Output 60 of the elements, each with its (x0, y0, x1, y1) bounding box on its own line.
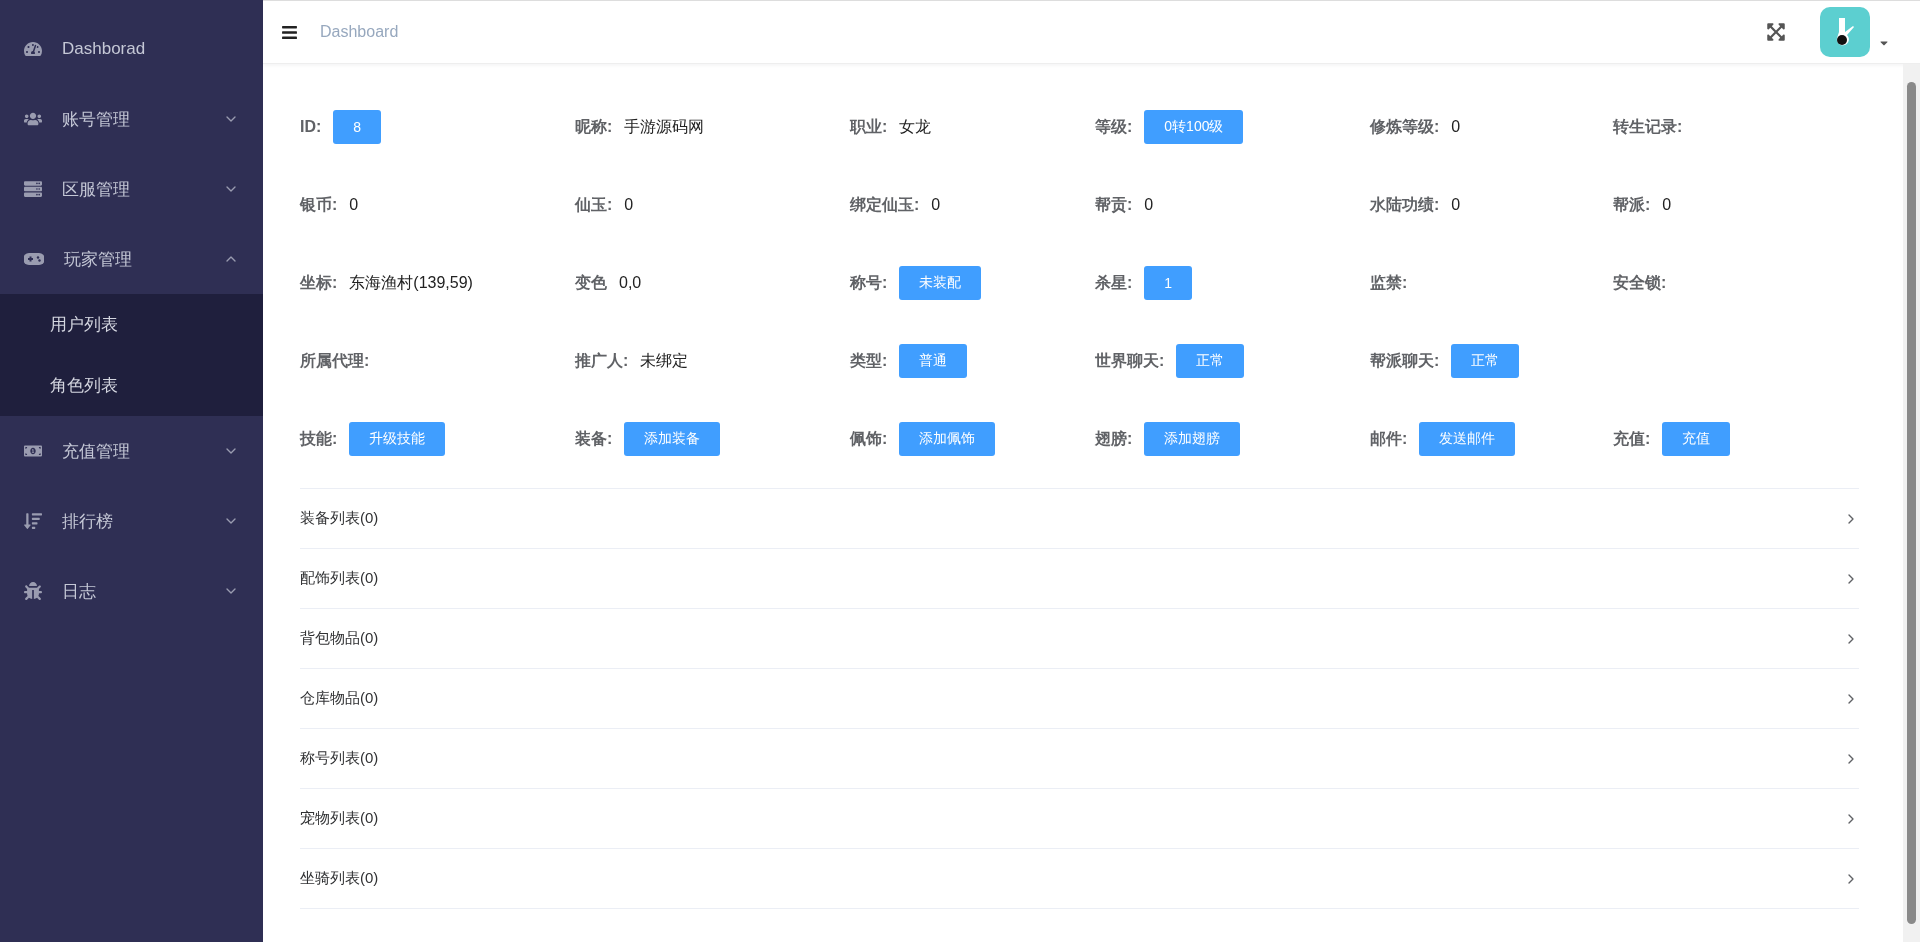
field-value: 0 (1451, 196, 1461, 214)
field-value: 0,0 (619, 274, 642, 292)
field-label: 世界聊天: (1095, 350, 1165, 371)
field-label: 安全锁: (1613, 272, 1667, 293)
field-label: 修炼等级: (1370, 116, 1440, 137)
sidebar-item[interactable]: Dashborad (0, 14, 263, 84)
scrollbar[interactable] (1903, 64, 1920, 942)
menu-icon[interactable] (281, 23, 298, 41)
field-label: 职业: (850, 116, 888, 137)
fullscreen-icon[interactable] (1766, 22, 1786, 42)
field-value: 0 (624, 196, 634, 214)
field-value: 手游源码网 (624, 116, 705, 137)
field-label: 坐标: (300, 272, 338, 293)
submenu-item[interactable]: 用户列表 (0, 294, 263, 355)
field-value: 0 (349, 196, 359, 214)
field-label: 水陆功绩: (1370, 194, 1440, 215)
field-label: 邮件: (1370, 428, 1408, 449)
sidebar-item[interactable]: 账号管理 (0, 84, 263, 154)
field-label: 充值: (1613, 428, 1651, 449)
field-label: 所属代理: (300, 350, 370, 371)
sidebar-item[interactable]: 区服管理 (0, 154, 263, 224)
field-label: 昵称: (575, 116, 613, 137)
field-label: 等级: (1095, 116, 1133, 137)
field-label: 佩饰: (850, 428, 888, 449)
avatar[interactable] (1820, 7, 1870, 57)
field-label: 帮派聊天: (1370, 350, 1440, 371)
field-label: 技能: (300, 428, 338, 449)
field-value: 0 (1144, 196, 1154, 214)
field-label: 帮派: (1613, 194, 1651, 215)
bug-icon (24, 582, 42, 600)
field-value: 女龙 (899, 116, 932, 137)
sidebar-item[interactable]: 玩家管理 (0, 224, 263, 294)
field-label: 转生记录: (1613, 116, 1683, 137)
field-value: 0 (1662, 196, 1672, 214)
users-icon (24, 110, 42, 128)
field-label: 翅膀: (1095, 428, 1133, 449)
field-label: 帮贡: (1095, 194, 1133, 216)
server-icon (24, 180, 42, 198)
field-label: 仙玉: (575, 194, 613, 215)
sidebar-item[interactable]: 排行榜 (0, 486, 263, 556)
field-label: 银币: (300, 194, 338, 215)
dashboard-icon (24, 40, 42, 58)
field-value: 0 (1451, 118, 1461, 136)
gamepad-icon (24, 252, 44, 266)
field-value: 东海渔村(139,59) (349, 272, 473, 293)
field-label: 绑定仙玉: (850, 194, 920, 215)
field-value: 0 (931, 196, 941, 214)
field-label: 类型: (850, 350, 888, 371)
field-label: 装备: (575, 428, 613, 449)
field-label: 称号: (850, 272, 888, 293)
field-label: ID: (300, 118, 322, 136)
sidebar-item[interactable]: 日志 (0, 556, 263, 626)
field-label: 推广人: (575, 350, 629, 371)
sidebar-item[interactable]: 充值管理 (0, 416, 263, 486)
field-label: 变色 (575, 272, 607, 293)
field-label: 监禁: (1370, 272, 1408, 293)
sort-icon (24, 512, 42, 530)
field-label: 杀星: (1095, 272, 1133, 293)
field-value: 未绑定 (640, 350, 689, 371)
submenu-item[interactable]: 角色列表 (0, 355, 263, 416)
